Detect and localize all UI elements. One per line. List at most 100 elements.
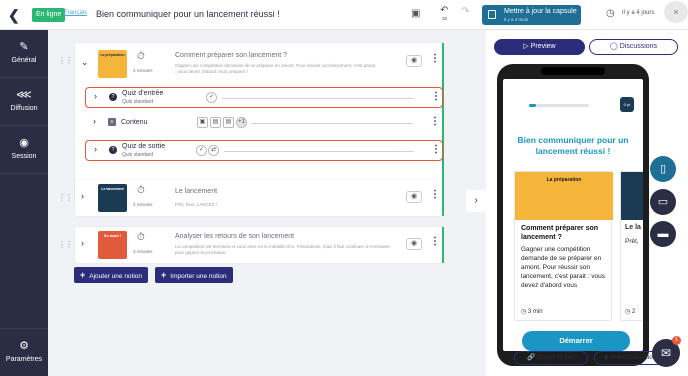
module-duration: 3 minutes <box>133 249 153 254</box>
close-icon[interactable]: × <box>664 1 688 23</box>
save-icon <box>488 10 496 19</box>
module-thumbnail: La préparation <box>98 50 127 78</box>
preview-panel: ▷ Preview ◯ Discussions 0 pt Bien commun… <box>486 30 688 376</box>
subitem-contenu[interactable]: › ≡ Contenu ▣ ▤ ▤ +1 ⋮ <box>85 113 443 134</box>
undo-icon[interactable]: ↶ <box>440 5 448 16</box>
module-preview-card[interactable]: La préparation Comment préparer son lanc… <box>514 171 613 321</box>
module-thumbnail: En avant ! <box>98 231 127 259</box>
subitem-quiz-sortie[interactable]: › ? Quiz de sortie Quiz standard ✓ ⇄ ⋮ <box>85 140 443 161</box>
sidebar-item-session[interactable]: ◉ Session <box>0 126 48 174</box>
more-menu-icon[interactable]: ⋮ <box>430 189 440 200</box>
comment-icon: ◯ <box>609 43 620 50</box>
start-button[interactable]: Démarrer <box>522 331 630 351</box>
drag-handle-icon[interactable]: ⋮⋮ <box>58 56 73 65</box>
more-menu-icon[interactable]: ⋮ <box>431 91 441 102</box>
tab-preview[interactable]: ▷ Preview <box>494 39 585 55</box>
more-menu-icon[interactable]: ⋮ <box>430 53 440 64</box>
phone-notch <box>541 67 605 75</box>
tab-label: Preview <box>530 43 556 50</box>
module-title[interactable]: Comment préparer son lancement ? <box>175 52 287 59</box>
history-icon[interactable]: ◷ <box>606 8 615 19</box>
sidebar-item-diffusion[interactable]: ⋘ Diffusion <box>0 78 48 126</box>
tab-discussions[interactable]: ◯ Discussions <box>589 39 678 55</box>
sidebar-item-parametres[interactable]: ⚙ Paramètres <box>0 328 48 376</box>
phone-screen: 0 pt Bien communiquer pour un lancement … <box>503 79 643 351</box>
import-notion-button[interactable]: + Importer une notion <box>155 267 233 283</box>
update-capsule-button[interactable]: Mettre à jour la capsule Il y a 4 mois <box>482 5 581 25</box>
undo-count: 35 <box>442 16 448 21</box>
top-bar: ❮ En ligne Français Bien communiquer pou… <box>0 0 688 30</box>
thumbnail-label: Le lancement <box>101 187 124 191</box>
gear-icon: ⚙ <box>19 340 29 352</box>
chevron-down-icon[interactable]: ⌄ <box>81 57 89 68</box>
drag-handle-icon[interactable]: ⋮⋮ <box>58 240 73 249</box>
stopwatch-icon: ⏱ <box>137 232 145 243</box>
subitem-subtitle: Quiz standard <box>122 99 154 105</box>
slide-icon: ▤ <box>210 117 221 128</box>
sidebar-item-label: Paramètres <box>5 356 43 363</box>
language-link[interactable]: Français <box>64 10 87 16</box>
redo-icon[interactable]: ↷ <box>461 6 469 17</box>
update-label: Mettre à jour la capsule <box>504 8 577 15</box>
back-chevron-icon[interactable]: ❮ <box>8 7 20 24</box>
thumbnail-label: En avant ! <box>104 234 121 238</box>
module-card[interactable]: ⋮⋮ › En avant ! ⏱ 3 minutes Analyser les… <box>58 227 444 263</box>
card-image: La préparation <box>515 172 613 220</box>
tab-label: Discussions <box>619 43 658 50</box>
module-thumbnail: Le lancement <box>98 184 127 212</box>
module-card[interactable]: ⋮⋮ › Le lancement ⏱ 2 minutes Le lanceme… <box>58 180 444 216</box>
phone-mockup: 0 pt Bien communiquer pour un lancement … <box>497 64 649 366</box>
stopwatch-icon: ⏱ <box>137 51 145 62</box>
chevron-right-icon[interactable]: › <box>81 191 84 201</box>
eye-icon[interactable]: ◉ <box>406 238 422 250</box>
play-icon: ▷ <box>523 43 531 50</box>
import-notion-label: Importer une notion <box>170 273 227 280</box>
subitem-quiz-entree[interactable]: › ? Quiz d'entrée Quiz standard ✓ ⋮ <box>85 87 443 108</box>
subitem-title: Quiz de sortie <box>122 143 166 150</box>
chevron-right-icon[interactable]: › <box>94 144 97 154</box>
last-update-time: Il y a 4 jours <box>622 10 655 16</box>
subitem-title: Quiz d'entrée <box>122 90 164 97</box>
sidebar-item-general[interactable]: ✎ Général <box>0 30 48 78</box>
add-notion-label: Ajouter une notion <box>89 273 143 280</box>
module-editor: ⋮⋮ ⌄ La préparation ⏱ 3 minutes Comment … <box>48 30 486 376</box>
chevron-right-icon[interactable]: › <box>81 238 84 248</box>
share-icon: ⋘ <box>16 89 32 101</box>
chevron-right-icon[interactable]: › <box>466 190 486 212</box>
duration-value: 2 <box>631 309 636 315</box>
sidebar-item-label: Session <box>11 153 37 160</box>
more-menu-icon[interactable]: ⋮ <box>430 116 440 127</box>
card-duration: ◷ 3 min <box>521 308 543 315</box>
sidebar-item-label: Diffusion <box>10 105 38 112</box>
slide-icon: ▣ <box>197 117 208 128</box>
module-title[interactable]: Le lancement <box>175 188 217 195</box>
module-title[interactable]: Analyser les retours de son lancement <box>175 233 294 240</box>
more-menu-icon[interactable]: ⋮ <box>430 236 440 247</box>
eye-icon[interactable]: ◉ <box>406 191 422 203</box>
desktop-icon[interactable]: ▬ <box>650 221 676 247</box>
chevron-right-icon[interactable]: › <box>93 116 96 126</box>
check-icon: ✓ <box>196 145 207 156</box>
card-title: Le la <box>625 224 641 231</box>
preview-link-label: Prévisualisation <box>610 354 657 361</box>
copy-link-button[interactable]: 🔗 Copier le lien <box>514 351 588 365</box>
eye-icon[interactable]: ◉ <box>406 55 422 67</box>
profile-card-icon[interactable]: ▣ <box>411 8 420 19</box>
thumbnail-label: La préparation <box>100 53 125 57</box>
module-preview-card[interactable]: Le la Prêt, ◷ 2 <box>620 171 643 321</box>
more-menu-icon[interactable]: ⋮ <box>431 144 441 155</box>
content-list-icon: ≡ <box>108 118 116 126</box>
chat-badge: 1 <box>672 336 681 345</box>
chevron-right-icon[interactable]: › <box>94 91 97 101</box>
update-sublabel: Il y a 4 mois <box>504 17 529 22</box>
wrench-icon: ✎ <box>19 41 29 53</box>
smartphone-icon[interactable]: ▯ <box>650 156 676 182</box>
drag-handle-icon[interactable]: ⋮⋮ <box>58 193 73 202</box>
module-description: Gagner une compétition demande de se pré… <box>175 63 375 74</box>
stopwatch-icon: ⏱ <box>137 185 145 196</box>
add-notion-button[interactable]: + Ajouter une notion <box>74 267 149 283</box>
copy-link-label: Copier le lien <box>536 354 575 361</box>
module-duration: 2 minutes <box>133 202 153 207</box>
subitem-title: Contenu <box>121 119 148 126</box>
tablet-icon[interactable]: ▭ <box>650 189 676 215</box>
